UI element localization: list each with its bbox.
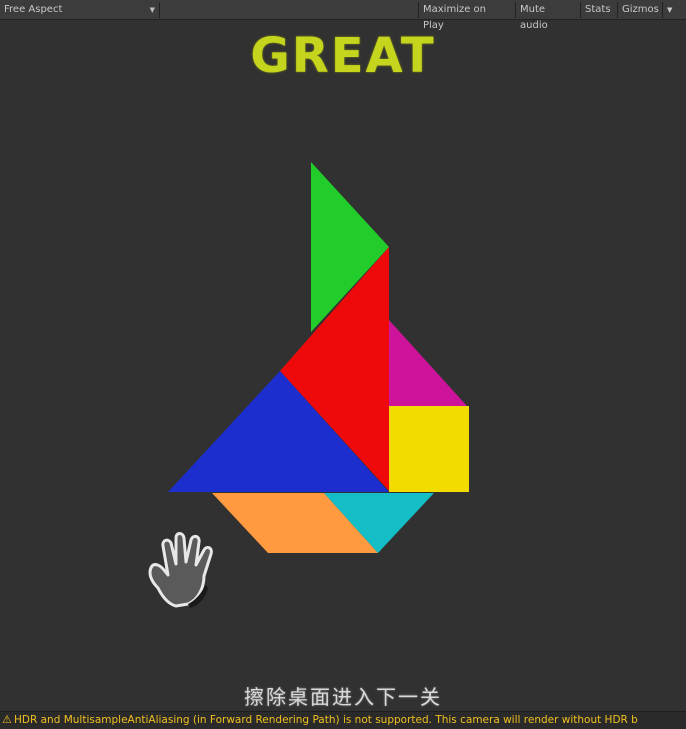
next-level-instruction: 擦除桌面进入下一关 (244, 685, 442, 709)
hand-cursor-icon (148, 532, 213, 608)
yellow-square[interactable] (389, 406, 469, 492)
warning-message: HDR and MultisampleAntiAliasing (in Forw… (14, 714, 638, 726)
magenta-triangle[interactable] (389, 320, 467, 406)
tangram-scene (148, 162, 469, 608)
console-status-bar[interactable]: ⚠ HDR and MultisampleAntiAliasing (in Fo… (0, 711, 686, 729)
warning-icon: ⚠ (2, 713, 12, 726)
